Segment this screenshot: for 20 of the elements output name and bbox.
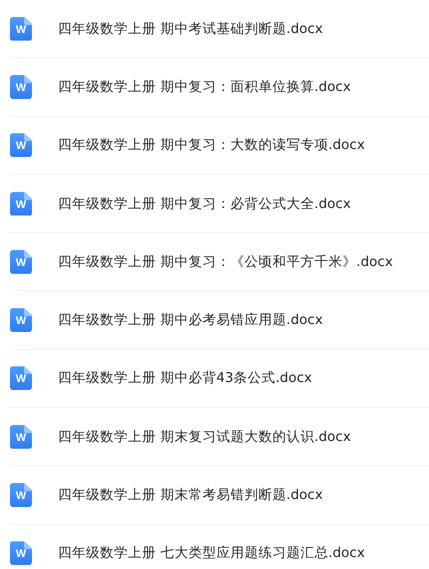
word-document-icon: W	[10, 192, 32, 216]
file-name[interactable]: 四年级数学上册 期末复习试题大数的认识.docx	[58, 428, 351, 446]
word-document-icon: W	[10, 541, 32, 566]
file-name[interactable]: 四年级数学上册 期中复习：必背公式大全.docx	[58, 194, 351, 213]
word-document-icon: W	[10, 74, 32, 99]
file-name[interactable]: 四年级数学上册 期中复习：面积单位换算.docx	[58, 78, 351, 96]
file-name[interactable]: 四年级数学上册 期中复习：大数的读写专项.docx	[58, 136, 365, 154]
file-name[interactable]: 四年级数学上册 期中必考易错应用题.docx	[58, 311, 323, 330]
word-document-icon: W	[10, 483, 32, 508]
file-name[interactable]: 四年级数学上册 期末常考易错判断题.docx	[58, 486, 323, 504]
word-document-icon: W	[10, 308, 32, 332]
file-name[interactable]: 四年级数学上册 期中复习：《公顷和平方千米》.docx	[58, 252, 393, 271]
word-document-icon: W	[10, 366, 32, 390]
file-name[interactable]: 四年级数学上册 七大类型应用题练习题汇总.docx	[58, 544, 365, 562]
word-document-icon: W	[10, 133, 32, 158]
file-name[interactable]: 四年级数学上册 期中必背43条公式.docx	[58, 369, 312, 388]
file-name[interactable]: 四年级数学上册 期中考试基础判断题.docx	[58, 20, 323, 38]
word-document-icon: W	[10, 250, 32, 274]
word-document-icon: W	[10, 424, 32, 449]
word-document-icon: W	[10, 16, 32, 41]
